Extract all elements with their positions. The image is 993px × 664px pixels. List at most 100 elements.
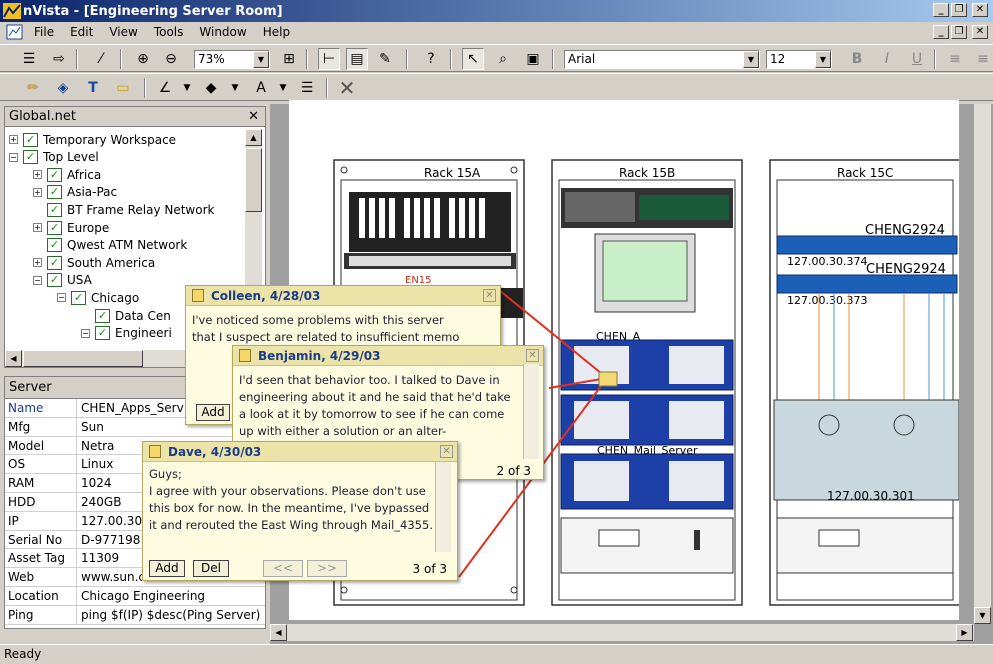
underline-icon[interactable]: U (906, 48, 928, 70)
property-value[interactable]: D-977198 (77, 531, 140, 549)
pan-icon[interactable]: ▣ (522, 48, 544, 70)
note-scrollbar[interactable] (435, 462, 451, 552)
tree-item[interactable]: + ✓ Europe (33, 219, 109, 236)
rack-15c[interactable]: Rack 15C CHENG2924 127.00.30.374 CHENG29… (769, 159, 961, 606)
expand-icon[interactable]: + (33, 170, 42, 180)
tree-item[interactable]: − ✓ Engineeri (81, 325, 172, 342)
tree-item[interactable]: ✓ Qwest ATM Network (33, 237, 187, 254)
expand-icon[interactable]: + (33, 223, 42, 232)
property-value[interactable]: 240GB (77, 493, 121, 511)
note-prev-button[interactable]: << (263, 560, 303, 577)
note-close-icon[interactable]: ✕ (483, 289, 496, 302)
menu-help[interactable]: Help (255, 25, 298, 39)
align-left-icon[interactable]: ≡ (944, 48, 966, 70)
pointer-icon[interactable]: ↖ (462, 48, 484, 70)
property-value[interactable]: 11309 (77, 549, 119, 567)
property-value[interactable]: Netra (77, 437, 114, 455)
tree-item[interactable]: + ✓ Temporary Workspace (9, 131, 176, 148)
property-row[interactable]: Ping ping $f(IP) $desc(Ping Server) (5, 605, 265, 625)
note-next-button[interactable]: >> (307, 560, 347, 577)
expand-icon[interactable]: + (9, 135, 18, 144)
text-icon[interactable]: T (82, 77, 104, 99)
property-value[interactable]: ping $f(IP) $desc(Ping Server) (77, 606, 260, 624)
scroll-up-icon[interactable]: ▲ (245, 129, 262, 146)
menu-window[interactable]: Window (191, 25, 254, 39)
tree-item[interactable]: − ✓ Chicago (57, 289, 139, 306)
fit-icon[interactable]: ⊞ (278, 48, 300, 70)
tree-close-icon[interactable]: ✕ (248, 107, 259, 127)
tree-view-icon[interactable]: ⊢ (318, 48, 340, 70)
font-color-dropdown-icon[interactable]: ▼ (272, 77, 294, 99)
canvas-scroll-right-icon[interactable]: ▶ (956, 624, 973, 641)
canvas-vscrollbar[interactable]: ▼ (974, 104, 991, 624)
menu-tools[interactable]: Tools (146, 25, 192, 39)
tree-item[interactable]: + ✓ South America (33, 254, 155, 271)
property-row[interactable]: Location Chicago Engineering (5, 586, 265, 606)
note-add-button[interactable]: Add (149, 560, 185, 577)
line-style-icon[interactable]: ☰ (296, 77, 318, 99)
font-color-icon[interactable]: A (250, 77, 272, 99)
menu-view[interactable]: View (101, 25, 145, 39)
search-icon[interactable]: ⌕ (492, 48, 514, 70)
collapse-icon[interactable]: − (9, 152, 18, 162)
tree-hscroll-thumb[interactable] (23, 350, 143, 367)
italic-icon[interactable]: I (876, 48, 898, 70)
property-value[interactable]: Sun (77, 418, 104, 436)
menu-edit[interactable]: Edit (62, 25, 101, 39)
line-color-icon[interactable]: ∠ (154, 77, 176, 99)
collapse-icon[interactable]: − (81, 328, 90, 338)
notes-view-icon[interactable]: ✎ (374, 48, 396, 70)
help-icon[interactable]: ? (420, 48, 442, 70)
property-value[interactable]: 1024 (77, 474, 112, 492)
line-color-dropdown-icon[interactable]: ▼ (176, 77, 198, 99)
canvas-scroll-down-icon[interactable]: ▼ (974, 607, 991, 624)
close-button[interactable]: ✕ (972, 3, 988, 17)
wand-icon[interactable]: ⁄ (90, 48, 112, 70)
font-size-select[interactable]: 12 ▼ (766, 50, 832, 69)
tree-item[interactable]: + ✓ Africa (33, 166, 101, 183)
fill-color-dropdown-icon[interactable]: ▼ (224, 77, 246, 99)
collapse-icon[interactable]: − (57, 293, 66, 303)
property-value[interactable]: CHEN_Apps_Serv (77, 399, 184, 417)
doc-minimize-button[interactable]: _ (933, 25, 949, 39)
shapes-icon[interactable]: ◈ (52, 77, 74, 99)
maximize-button[interactable]: ❐ (951, 3, 967, 17)
note-delete-button[interactable]: Del (193, 560, 229, 577)
tree-scroll-thumb[interactable] (245, 148, 262, 212)
expand-icon[interactable]: + (33, 258, 42, 268)
collapse-icon[interactable]: − (33, 275, 42, 285)
exit-icon[interactable]: ⇨ (48, 48, 70, 70)
note-add-button[interactable]: Add (196, 404, 230, 421)
canvas-hscrollbar[interactable]: ◀ ▶ (270, 624, 974, 641)
menu-file[interactable]: File (26, 25, 62, 39)
delete-icon[interactable]: ✕ (336, 76, 358, 100)
note-scrollbar[interactable] (523, 364, 539, 459)
align-center-icon[interactable]: ≡ (972, 48, 993, 70)
note-close-icon[interactable]: ✕ (440, 445, 453, 458)
bold-icon[interactable]: B (846, 48, 868, 70)
tree-item[interactable]: + ✓ Asia-Pac (33, 184, 117, 201)
note-anchor-icon[interactable] (598, 371, 618, 387)
canvas-scroll-left-icon[interactable]: ◀ (270, 624, 287, 641)
zoom-in-icon[interactable]: ⊕ (132, 48, 154, 70)
zoom-select[interactable]: 73% ▼ (194, 50, 270, 69)
doc-restore-button[interactable]: ❐ (951, 25, 967, 39)
minimize-button[interactable]: _ (933, 3, 949, 17)
note-dave[interactable]: Dave, 4/30/03 ✕ Guys; I agree with your … (142, 441, 458, 581)
tree-item[interactable]: ✓ Data Cen (81, 307, 171, 324)
property-value[interactable]: Linux (77, 455, 113, 473)
properties-icon[interactable]: ☰ (18, 48, 40, 70)
properties-view-icon[interactable]: ▤ (346, 48, 368, 70)
doc-close-button[interactable]: ✕ (972, 25, 988, 39)
tree-item[interactable]: − ✓ USA (33, 272, 92, 289)
property-value[interactable]: 127.00.30. (77, 512, 146, 530)
expand-icon[interactable]: + (33, 187, 42, 197)
tree-item[interactable]: − ✓ Top Level (9, 149, 99, 166)
note-icon[interactable]: ▭ (112, 77, 134, 99)
note-close-icon[interactable]: ✕ (526, 349, 539, 362)
zoom-out-icon[interactable]: ⊖ (160, 48, 182, 70)
scroll-left-icon[interactable]: ◀ (5, 350, 22, 367)
pencil-icon[interactable]: ✏ (22, 77, 44, 99)
property-value[interactable]: Chicago Engineering (77, 587, 205, 605)
tree-item[interactable]: ✓ BT Frame Relay Network (33, 201, 214, 218)
